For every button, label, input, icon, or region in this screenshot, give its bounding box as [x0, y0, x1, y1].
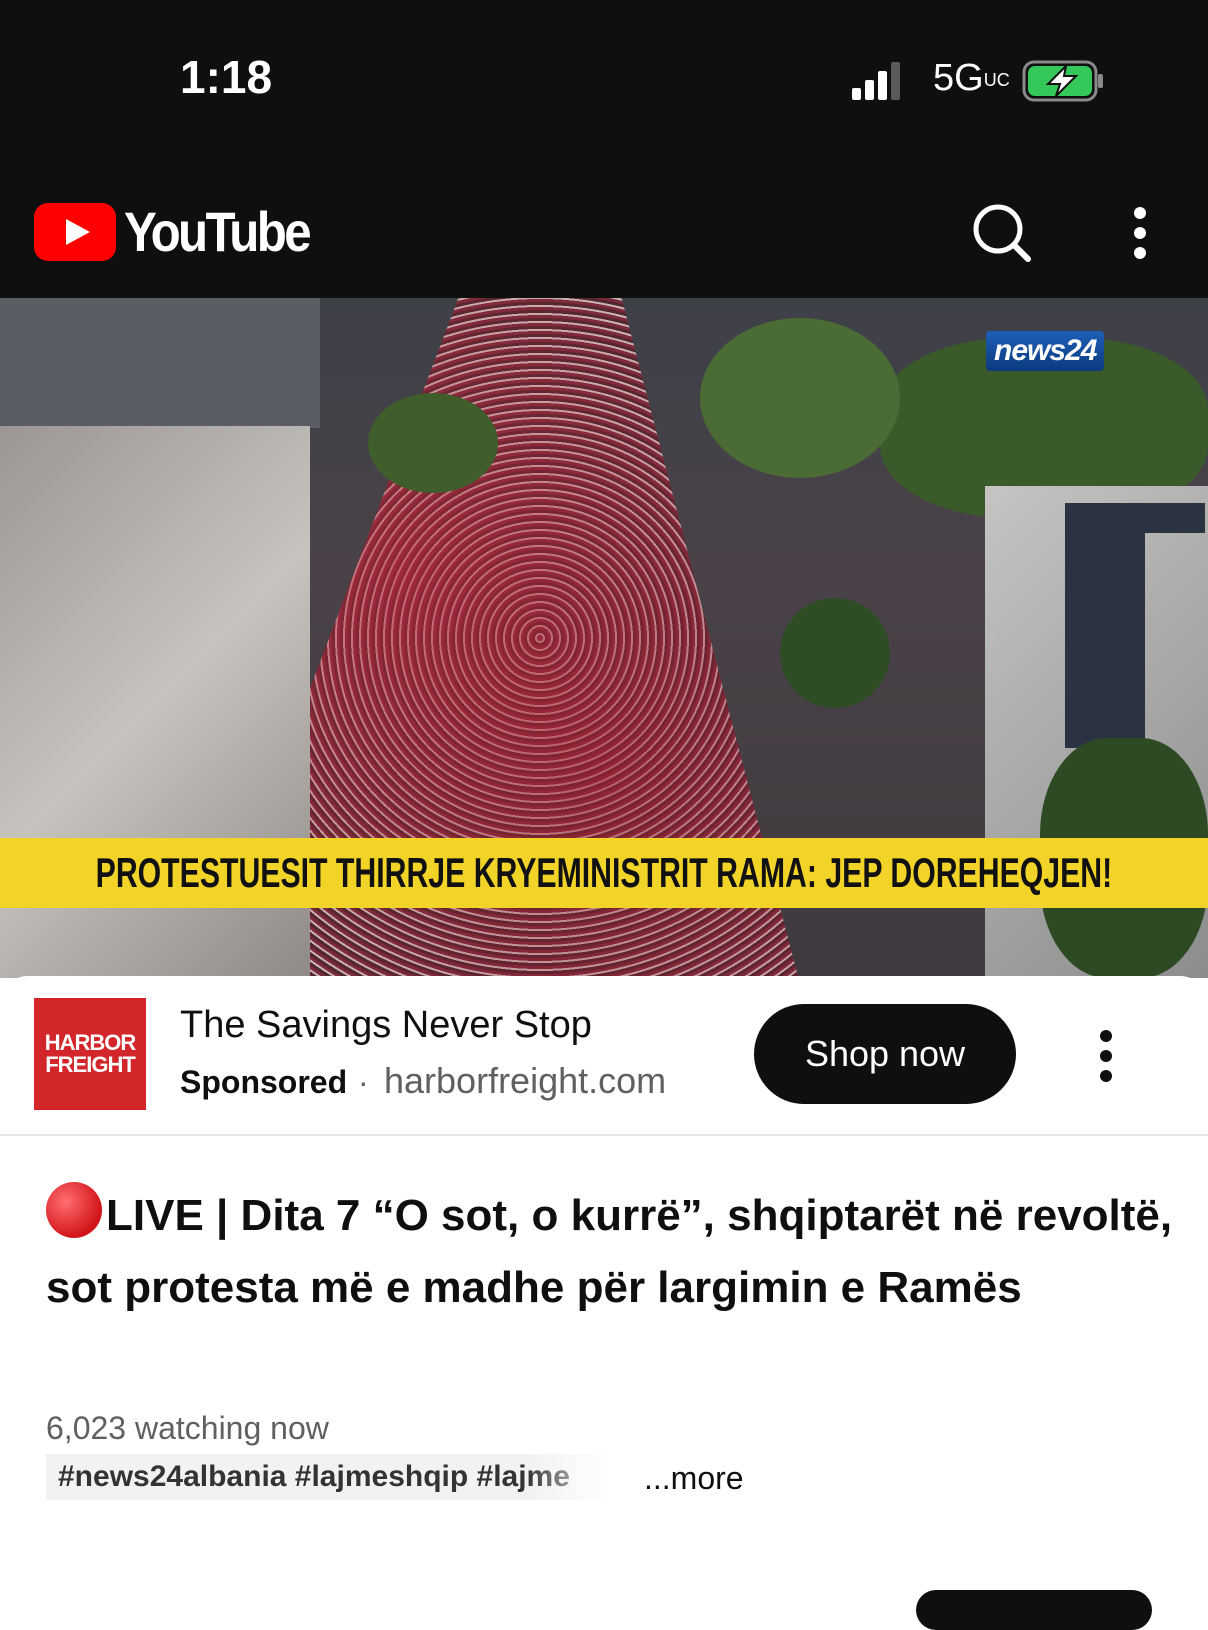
app-header: YouTube — [0, 165, 1208, 298]
video-title[interactable]: LIVE | Dita 7 “O sot, o kurrë”, shqiptar… — [46, 1180, 1176, 1324]
video-player[interactable]: news24 PROTESTUESIT THIRRJE KRYEMINISTRI… — [0, 298, 1208, 978]
ad-title[interactable]: The Savings Never Stop — [180, 1004, 592, 1047]
ad-more-options-icon[interactable] — [1086, 1026, 1126, 1086]
more-options-icon[interactable] — [1120, 201, 1160, 265]
shop-now-button[interactable]: Shop now — [754, 1004, 1016, 1104]
scene-solar-panels — [1065, 528, 1145, 748]
search-icon[interactable] — [970, 201, 1034, 265]
scene-tree — [700, 318, 900, 478]
app-name[interactable]: YouTube — [124, 199, 312, 264]
status-time: 1:18 — [180, 51, 273, 103]
news-caption-bar: PROTESTUESIT THIRRJE KRYEMINISTRIT RAMA:… — [0, 838, 1208, 908]
ad-domain: harborfreight.com — [384, 1060, 667, 1101]
channel-watermark: news24 — [986, 331, 1105, 371]
scene-rooftops — [0, 298, 320, 428]
sponsored-ad-card[interactable]: HARBOR FREIGHT The Savings Never Stop Sp… — [0, 976, 1208, 1136]
cellular-signal-icon — [852, 62, 900, 100]
bottom-floating-button[interactable] — [916, 1590, 1152, 1630]
network-type: 5GUC — [933, 57, 1010, 99]
youtube-logo-icon[interactable] — [34, 203, 116, 261]
sponsored-label: Sponsored — [180, 1064, 348, 1100]
ad-separator: · — [358, 1064, 369, 1100]
live-red-circle-icon — [46, 1182, 102, 1238]
battery-charging-icon — [1022, 60, 1103, 102]
scene-tree — [368, 393, 498, 493]
news-caption-text: PROTESTUESIT THIRRJE KRYEMINISTRIT RAMA:… — [95, 849, 1113, 896]
description-more-link[interactable]: ...more — [644, 1460, 744, 1497]
video-title-text: LIVE | Dita 7 “O sot, o kurrë”, shqiptar… — [46, 1191, 1173, 1312]
watching-count: 6,023 watching now — [46, 1410, 329, 1446]
advertiser-logo-line1: HARBOR — [44, 1030, 137, 1055]
hashtags[interactable]: #news24albania #lajmeshqip #lajme — [46, 1454, 612, 1500]
advertiser-logo[interactable]: HARBOR FREIGHT — [34, 998, 146, 1110]
advertiser-logo-line2: FREIGHT — [45, 1052, 136, 1077]
scene-tree — [780, 598, 890, 708]
status-bar: 1:18 5GUC — [0, 0, 1208, 165]
